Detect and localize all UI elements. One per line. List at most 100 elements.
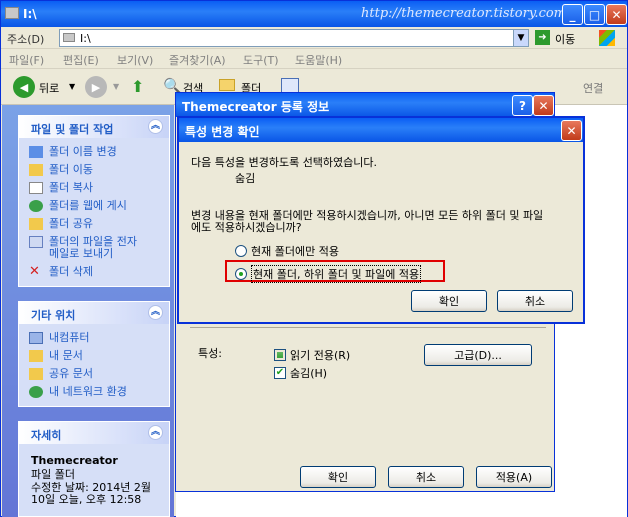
radio-selected-icon xyxy=(235,268,247,280)
explorer-titlebar[interactable]: I:\ http://themecreator.tistory.com/ _ □… xyxy=(1,1,627,27)
help-icon: ? xyxy=(519,98,526,113)
divider xyxy=(190,327,546,328)
copy-icon xyxy=(29,182,43,194)
address-input[interactable]: I:\ ▼ xyxy=(59,29,529,47)
address-label: 주소(D) xyxy=(7,33,45,46)
task-publish[interactable]: 폴더를 웹에 게시 xyxy=(29,200,127,212)
rename-icon xyxy=(29,146,43,158)
ok-button[interactable]: 확인 xyxy=(300,466,376,488)
maximize-button[interactable]: □ xyxy=(584,4,605,25)
drive-icon xyxy=(5,7,19,19)
email-icon xyxy=(29,236,43,248)
chevron-down-icon[interactable]: ▼ xyxy=(69,82,75,91)
task-pane: 파일 및 폴더 작업 ︽ 폴더 이름 변경 폴더 이동 폴더 복사 폴더를 웹에… xyxy=(2,105,174,517)
confirm-title: 특성 변경 확인 xyxy=(185,125,260,139)
task-move[interactable]: 폴더 이동 xyxy=(29,164,93,176)
confirm-question: 변경 내용을 현재 폴더에만 적용하시겠습니까, 아니면 모든 하위 폴더 및 … xyxy=(191,209,544,234)
shared-folder-icon xyxy=(29,368,43,380)
task-email[interactable]: 폴더의 파일을 전자 메일로 보내기 xyxy=(29,236,137,260)
details-modified: 수정한 날짜: 2014년 2월 10일 오늘, 오후 12:58 xyxy=(31,481,152,506)
other-places-panel: 기타 위치 ︽ 내컴퓨터 내 문서 공유 문서 내 네트워크 환경 xyxy=(18,301,170,407)
back-arrow-icon[interactable]: ◀ xyxy=(13,76,35,98)
properties-close-button[interactable]: ✕ xyxy=(533,95,554,116)
confirm-titlebar[interactable]: 특성 변경 확인 ✕ xyxy=(179,118,583,142)
close-button[interactable]: ✕ xyxy=(606,4,627,25)
panel-header[interactable]: 파일 및 폴더 작업 ︽ xyxy=(19,116,169,138)
chevron-up-icon[interactable]: ︽ xyxy=(148,425,163,440)
confirm-message: 다음 특성을 변경하도록 선택하였습니다. xyxy=(191,156,378,169)
menu-bar: 파일(F) 편집(E) 보기(V) 즐겨찾기(A) 도구(T) 도움말(H) xyxy=(1,49,627,69)
radio-empty-icon xyxy=(235,245,247,257)
minimize-icon: _ xyxy=(569,7,576,22)
confirm-close-button[interactable]: ✕ xyxy=(561,120,582,141)
apply-button[interactable]: 적용(A) xyxy=(476,466,552,488)
forward-arrow-icon[interactable]: ▶ xyxy=(85,76,107,98)
close-icon: ✕ xyxy=(611,7,622,22)
file-folder-tasks-panel: 파일 및 폴더 작업 ︽ 폴더 이름 변경 폴더 이동 폴더 복사 폴더를 웹에… xyxy=(18,115,170,287)
watermark-text: http://themecreator.tistory.com/ xyxy=(361,6,571,21)
network-icon xyxy=(29,386,43,398)
up-folder-icon[interactable]: ⬆ xyxy=(131,77,149,96)
computer-icon xyxy=(29,332,43,344)
window-title: I:\ xyxy=(23,7,37,21)
menu-tools[interactable]: 도구(T) xyxy=(243,52,279,68)
place-shared-documents[interactable]: 공유 문서 xyxy=(29,368,93,380)
address-bar: 주소(D) I:\ ▼ ➜ 이동 xyxy=(1,27,627,49)
task-rename[interactable]: 폴더 이름 변경 xyxy=(29,146,117,158)
confirm-attribute-dialog: 특성 변경 확인 ✕ 다음 특성을 변경하도록 선택하였습니다. 숨김 변경 내… xyxy=(177,116,585,324)
advanced-button[interactable]: 고급(D)... xyxy=(424,344,532,366)
task-share[interactable]: 폴더 공유 xyxy=(29,218,93,230)
chevron-up-icon[interactable]: ︽ xyxy=(148,305,163,320)
globe-icon xyxy=(29,200,43,212)
chevron-up-icon[interactable]: ︽ xyxy=(148,119,163,134)
links-label[interactable]: 연결 xyxy=(583,80,603,96)
hidden-checkbox[interactable]: ✔ 숨김(H) xyxy=(274,365,327,381)
cancel-button[interactable]: 취소 xyxy=(388,466,464,488)
go-arrow-icon[interactable]: ➜ xyxy=(535,30,550,45)
close-icon: ✕ xyxy=(538,98,549,113)
details-type: 파일 폴더 xyxy=(31,468,75,481)
help-button[interactable]: ? xyxy=(512,95,533,116)
task-copy[interactable]: 폴더 복사 xyxy=(29,182,93,194)
place-network[interactable]: 내 네트워크 환경 xyxy=(29,386,127,398)
place-my-documents[interactable]: 내 문서 xyxy=(29,350,83,362)
panel-title: 파일 및 폴더 작업 xyxy=(31,123,114,136)
panel-header[interactable]: 기타 위치 ︽ xyxy=(19,302,169,324)
move-icon xyxy=(29,164,43,176)
radio-folder-subfolders-files[interactable]: 현재 폴더, 하위 폴더 및 파일에 적용 xyxy=(235,265,422,283)
properties-titlebar[interactable]: Themecreator 등록 정보 ? ✕ xyxy=(176,93,554,117)
changed-attribute: 숨김 xyxy=(235,172,256,185)
menu-file[interactable]: 파일(F) xyxy=(9,52,44,68)
drive-icon xyxy=(63,33,75,42)
task-delete[interactable]: ✕ 폴더 삭제 xyxy=(29,264,93,279)
maximize-icon: □ xyxy=(588,7,601,22)
address-value: I:\ xyxy=(80,32,91,45)
radio-current-folder-only[interactable]: 현재 폴더에만 적용 xyxy=(235,243,339,259)
panel-title: 자세히 xyxy=(31,429,62,442)
place-my-computer[interactable]: 내컴퓨터 xyxy=(29,332,89,344)
confirm-ok-button[interactable]: 확인 xyxy=(411,290,487,312)
attributes-label: 특성: xyxy=(198,347,222,360)
chevron-down-icon[interactable]: ▼ xyxy=(513,30,528,46)
folders-icon[interactable] xyxy=(219,79,235,91)
go-button[interactable]: 이동 xyxy=(555,31,575,47)
menu-help[interactable]: 도움말(H) xyxy=(295,52,342,68)
panel-header[interactable]: 자세히 ︽ xyxy=(19,422,169,444)
minimize-button[interactable]: _ xyxy=(562,4,583,25)
menu-edit[interactable]: 편집(E) xyxy=(63,52,99,68)
documents-folder-icon xyxy=(29,350,43,362)
chevron-down-icon[interactable]: ▼ xyxy=(113,82,119,91)
checkmark-icon: ✔ xyxy=(274,367,286,379)
readonly-checkbox[interactable]: 읽기 전용(R) xyxy=(274,347,350,363)
properties-title: Themecreator 등록 정보 xyxy=(182,100,330,114)
back-button[interactable]: 뒤로 xyxy=(39,80,59,96)
menu-favorites[interactable]: 즐겨찾기(A) xyxy=(169,52,226,68)
windows-logo-icon xyxy=(599,30,615,46)
close-icon: ✕ xyxy=(566,123,577,138)
share-icon xyxy=(29,218,43,230)
confirm-cancel-button[interactable]: 취소 xyxy=(497,290,573,312)
menu-view[interactable]: 보기(V) xyxy=(117,52,153,68)
panel-title: 기타 위치 xyxy=(31,309,76,322)
delete-icon: ✕ xyxy=(29,264,40,279)
details-panel: 자세히 ︽ Themecreator 파일 폴더 수정한 날짜: 2014년 2… xyxy=(18,421,170,517)
